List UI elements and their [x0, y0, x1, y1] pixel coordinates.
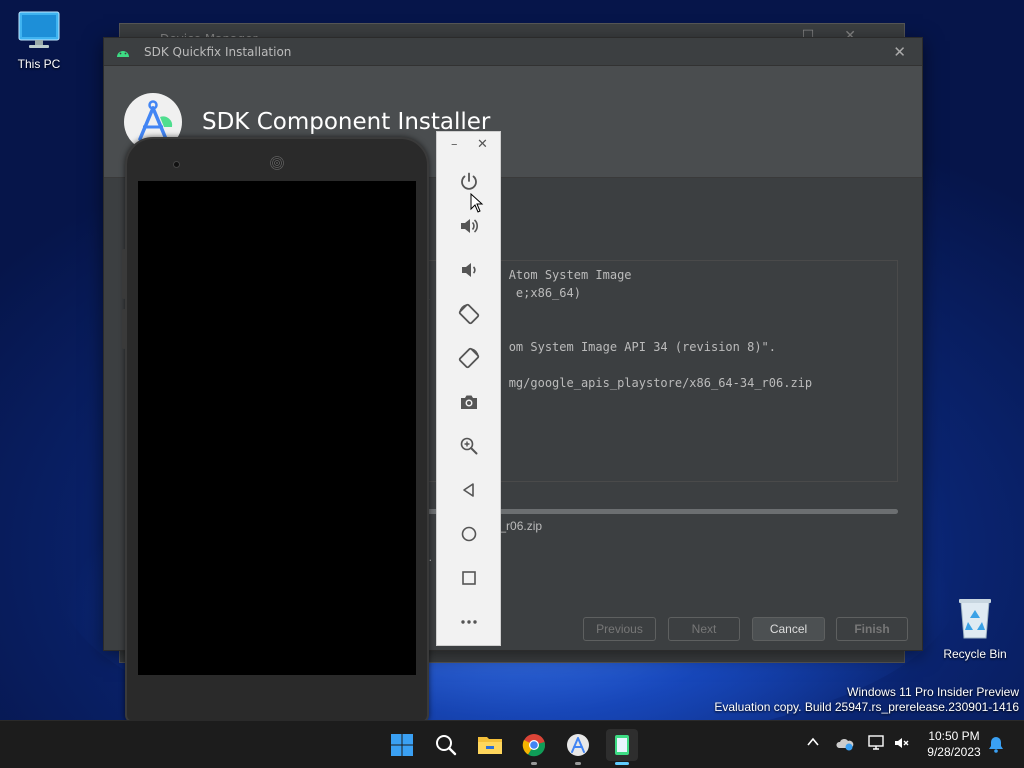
overview-icon	[461, 571, 476, 585]
volume-muted-icon[interactable]	[893, 735, 911, 751]
cancel-button[interactable]: Cancel	[752, 617, 825, 641]
next-button[interactable]: Next	[668, 617, 740, 641]
android-icon	[117, 50, 129, 57]
taskbar-emulator[interactable]	[606, 729, 638, 765]
power-button[interactable]	[437, 160, 500, 204]
watermark-line: Evaluation copy. Build 25947.rs_prerelea…	[714, 700, 1019, 714]
rotate-right-icon	[458, 347, 479, 369]
search-button[interactable]	[430, 729, 462, 761]
taskbar-chrome[interactable]	[518, 729, 550, 765]
rotate-right-button[interactable]	[437, 336, 500, 380]
emulator-device-frame	[122, 137, 429, 723]
power-icon	[460, 172, 477, 190]
emulator-toolbar: – ✕	[436, 131, 501, 646]
mouse-cursor-icon	[470, 193, 484, 213]
toolbar-header: – ✕	[437, 132, 500, 160]
taskbar-file-explorer[interactable]	[474, 729, 506, 761]
more-icon	[460, 620, 477, 624]
minimize-button[interactable]: –	[451, 137, 458, 152]
overview-button[interactable]	[437, 556, 500, 600]
windows-start-icon	[391, 734, 413, 756]
monitor-icon	[18, 11, 60, 48]
previous-button[interactable]: Previous	[583, 617, 656, 641]
rotate-left-icon	[458, 303, 479, 325]
home-button[interactable]	[437, 512, 500, 556]
onedrive-icon[interactable]	[836, 736, 854, 752]
chrome-icon	[522, 734, 546, 757]
zoom-button[interactable]	[437, 424, 500, 468]
emulator-icon	[615, 735, 629, 755]
volume-up-icon	[460, 219, 478, 233]
start-button[interactable]	[386, 729, 418, 761]
emulator-screen[interactable]	[138, 181, 416, 675]
close-button[interactable]: ✕	[477, 137, 488, 152]
volume-up-button[interactable]	[437, 204, 500, 248]
side-button	[122, 309, 126, 349]
folder-icon	[478, 737, 502, 754]
sdk-window-title: SDK Quickfix Installation	[144, 44, 292, 59]
camera-icon	[173, 161, 180, 168]
volume-down-icon	[461, 263, 476, 277]
volume-down-button[interactable]	[437, 248, 500, 292]
desktop-icon-recycle-bin[interactable]: Recycle Bin	[936, 596, 1014, 661]
clock-time: 10:50 PM	[928, 729, 980, 743]
windows-watermark: Windows 11 Pro Insider Preview Evaluatio…	[714, 685, 1019, 715]
network-icon[interactable]	[868, 735, 886, 751]
watermark-line: Windows 11 Pro Insider Preview	[847, 685, 1019, 699]
rotate-left-button[interactable]	[437, 292, 500, 336]
taskbar: 10:50 PM 9/28/2023	[0, 720, 1024, 768]
desktop-icon-label: Recycle Bin	[943, 647, 1007, 661]
notification-bell-icon[interactable]	[988, 735, 1004, 753]
screenshot-button[interactable]	[437, 380, 500, 424]
back-button[interactable]	[437, 468, 500, 512]
desktop-icon-label: This PC	[17, 57, 61, 71]
side-button	[122, 249, 126, 299]
system-clock[interactable]: 10:50 PM 9/28/2023	[918, 728, 990, 760]
more-button[interactable]	[437, 600, 500, 644]
desktop-icon-this-pc[interactable]: This PC	[0, 10, 78, 71]
home-icon	[461, 526, 476, 542]
back-icon	[462, 483, 474, 497]
clock-date: 9/28/2023	[927, 745, 981, 759]
zoom-icon	[460, 437, 477, 455]
speaker-icon	[270, 156, 284, 170]
finish-button[interactable]: Finish	[836, 617, 908, 641]
camera-icon	[460, 395, 477, 409]
recycle-bin-icon	[959, 599, 991, 639]
taskbar-android-studio[interactable]	[562, 729, 594, 765]
chevron-up-icon[interactable]	[806, 735, 820, 749]
close-icon[interactable]: ✕	[893, 43, 906, 61]
search-icon	[436, 735, 457, 756]
android-studio-icon	[567, 734, 589, 756]
sdk-window-titlebar[interactable]: SDK Quickfix Installation ✕	[104, 38, 922, 66]
